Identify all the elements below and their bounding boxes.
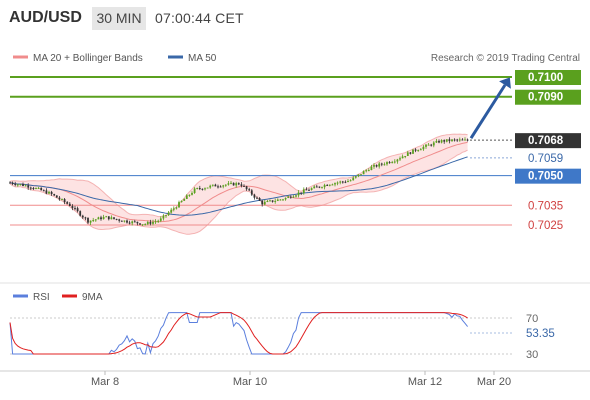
candle [178,200,180,208]
x-tick-label: Mar 8 [91,376,119,388]
level-label-0.7090: 0.7090 [528,92,563,104]
price-chart: MA 20 + Bollinger Bands MA 50 Research ©… [0,53,590,388]
level-label-0.7059: 0.7059 [528,153,563,165]
x-tick-label: Mar 10 [233,376,267,388]
level-label-0.7035: 0.7035 [528,200,563,212]
candle [412,149,414,154]
rsi-ma-line [9,312,468,355]
level-label-0.7100: 0.7100 [528,72,563,84]
x-axis: Mar 8 Mar 10 Mar 12 Mar 20 [91,371,511,388]
level-label-0.7050: 0.7050 [528,171,563,183]
rsi-tick-70: 70 [526,313,538,325]
x-tick-label: Mar 12 [408,376,442,388]
forecast-arrow [469,77,511,139]
x-tick-label: Mar 20 [477,376,511,388]
rsi-legend-label: RSI [33,292,50,303]
rsi-panel: 70 30 53.35 [9,312,555,361]
price-level-labels: 0.7100 0.7090 0.7068 0.7059 0.7050 0.7035 0.70… [515,70,581,232]
forecast-arrow-shaft [469,84,507,139]
candle [55,195,58,198]
ma20-legend-label: MA 20 + Bollinger Bands [33,53,143,64]
level-label-0.7025: 0.7025 [528,220,563,232]
level-label-0.7068: 0.7068 [528,135,564,147]
rsi-line [9,312,468,355]
candle [206,187,209,189]
rsi-current-value: 53.35 [526,328,555,340]
candle [79,210,82,217]
research-credit: Research © 2019 Trading Central [431,53,580,64]
candle [232,182,235,186]
ma50-legend-label: MA 50 [188,53,217,64]
rsi-tick-30: 30 [526,349,538,361]
ma9-legend-label: 9MA [82,292,103,303]
